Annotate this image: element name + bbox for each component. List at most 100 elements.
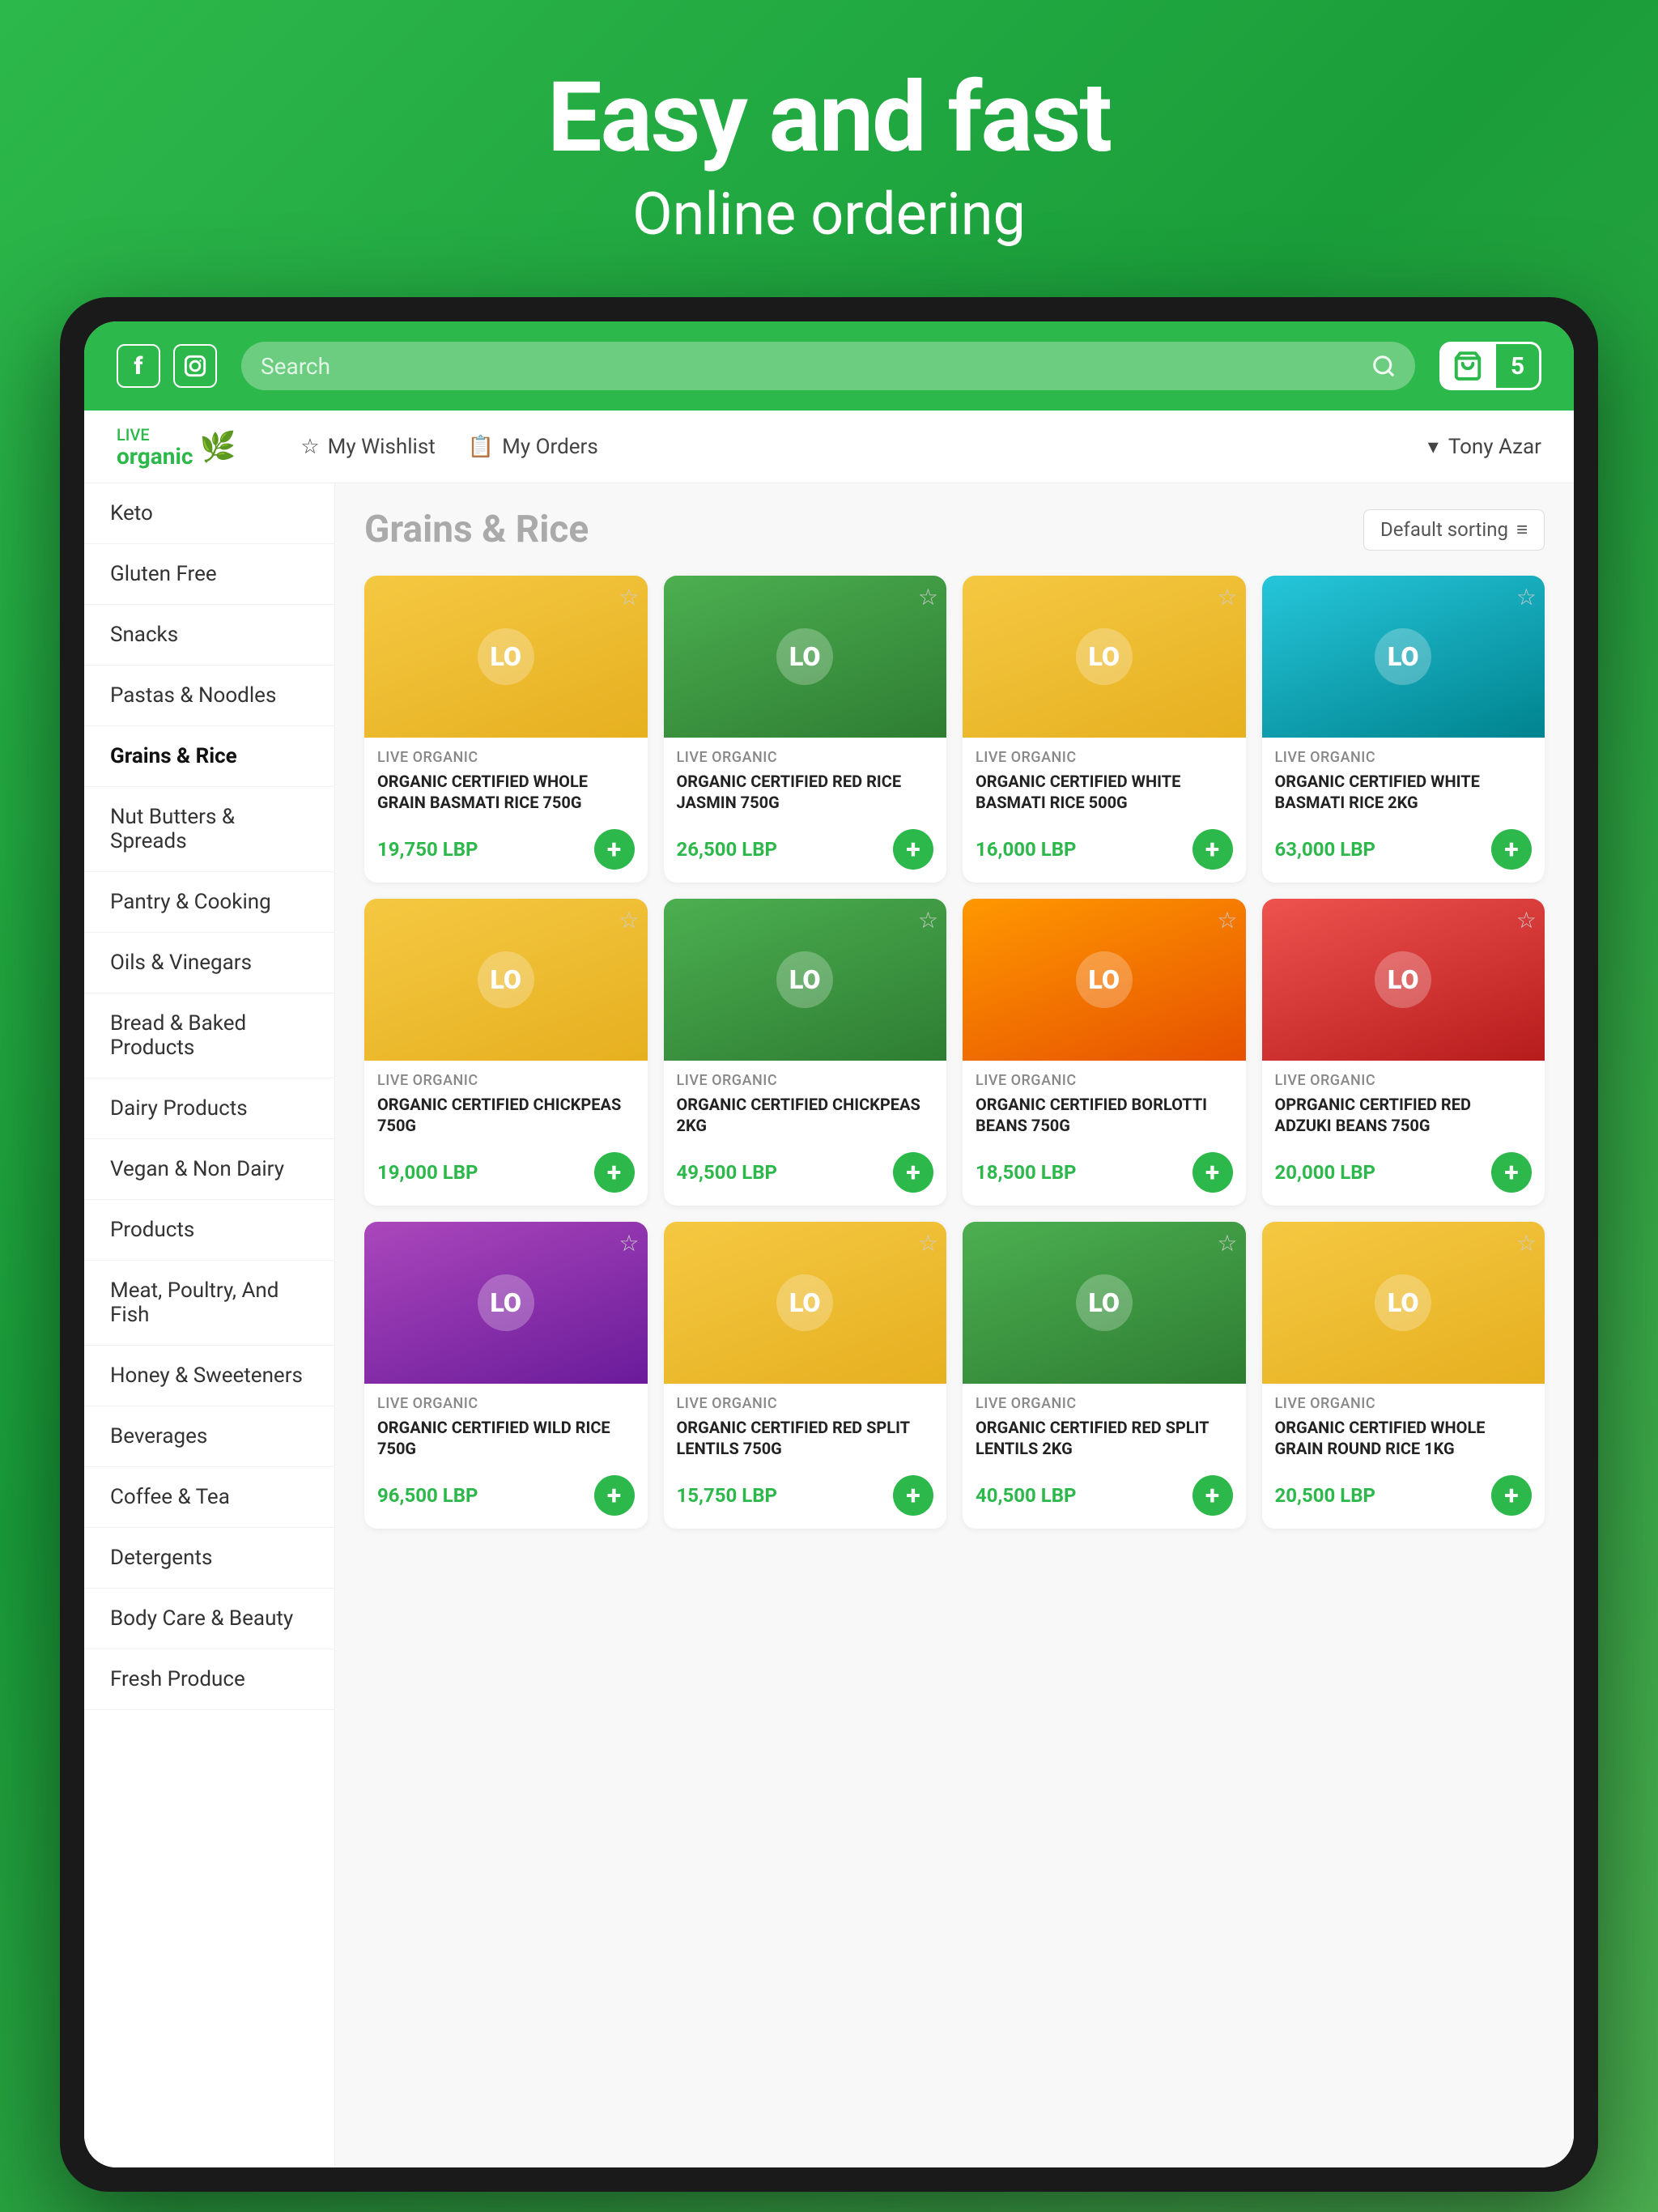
- brand-logo-badge: LO: [1375, 951, 1431, 1008]
- wishlist-star-icon[interactable]: ☆: [619, 907, 639, 934]
- product-footer: 26,500 LBP +: [677, 829, 934, 870]
- brand-logo-badge: LO: [1076, 1274, 1133, 1331]
- add-to-cart-button[interactable]: +: [893, 1152, 933, 1193]
- orders-icon: 📋: [468, 435, 494, 459]
- product-card: LO ☆ LIVE ORGANIC ORGANIC CERTIFIED BORL…: [963, 899, 1246, 1206]
- product-brand: LIVE ORGANIC: [1275, 1072, 1533, 1089]
- add-to-cart-button[interactable]: +: [1491, 829, 1532, 870]
- sidebar: KetoGluten FreeSnacksPastas & NoodlesGra…: [84, 483, 335, 2167]
- user-menu[interactable]: ▾ Tony Azar: [1428, 435, 1541, 459]
- brand-logo-badge: LO: [776, 951, 833, 1008]
- sidebar-item[interactable]: Detergents: [84, 1528, 334, 1589]
- logo: LIVE organic 🌿: [117, 423, 236, 470]
- product-footer: 15,750 LBP +: [677, 1475, 934, 1516]
- sidebar-item[interactable]: Snacks: [84, 605, 334, 666]
- add-to-cart-button[interactable]: +: [1192, 1475, 1233, 1516]
- wishlist-star-icon[interactable]: ☆: [1516, 1230, 1537, 1257]
- product-image: LO ☆: [963, 576, 1246, 738]
- logo-text: LIVE organic: [117, 423, 193, 470]
- chevron-down-icon: ▾: [1428, 435, 1439, 459]
- add-to-cart-button[interactable]: +: [594, 829, 635, 870]
- wishlist-star-icon[interactable]: ☆: [918, 1230, 938, 1257]
- sidebar-item[interactable]: Pastas & Noodles: [84, 666, 334, 726]
- sidebar-item[interactable]: Products: [84, 1200, 334, 1261]
- sidebar-item[interactable]: Honey & Sweeteners: [84, 1346, 334, 1406]
- product-brand: LIVE ORGANIC: [976, 749, 1233, 766]
- sidebar-item[interactable]: Vegan & Non Dairy: [84, 1139, 334, 1200]
- instagram-icon[interactable]: [173, 344, 217, 388]
- sidebar-item[interactable]: Fresh Produce: [84, 1649, 334, 1710]
- products-header: Grains & Rice Default sorting ≡: [364, 508, 1545, 551]
- sidebar-item[interactable]: Nut Butters & Spreads: [84, 787, 334, 872]
- product-footer: 18,500 LBP +: [976, 1152, 1233, 1193]
- sort-button[interactable]: Default sorting ≡: [1363, 509, 1545, 551]
- search-placeholder: Search: [261, 353, 330, 380]
- product-card: LO ☆ LIVE ORGANIC ORGANIC CERTIFIED WHOL…: [1262, 1222, 1545, 1529]
- brand-logo-badge: LO: [1375, 628, 1431, 685]
- product-name: ORGANIC CERTIFIED RED RICE JASMIN 750G: [677, 771, 934, 819]
- orders-link[interactable]: 📋 My Orders: [468, 435, 598, 459]
- product-card: LO ☆ LIVE ORGANIC ORGANIC CERTIFIED WHOL…: [364, 576, 648, 883]
- product-bag: LO: [364, 576, 648, 738]
- product-bag: LO: [664, 899, 947, 1061]
- product-name: ORGANIC CERTIFIED RED SPLIT LENTILS 750G: [677, 1417, 934, 1465]
- add-to-cart-button[interactable]: +: [893, 829, 933, 870]
- star-icon: ☆: [300, 435, 319, 459]
- cart-icon[interactable]: [1439, 342, 1496, 390]
- sidebar-item[interactable]: Pantry & Cooking: [84, 872, 334, 933]
- sidebar-item[interactable]: Coffee & Tea: [84, 1467, 334, 1528]
- brand-logo-badge: LO: [478, 1274, 534, 1331]
- product-bag: LO: [963, 576, 1246, 738]
- product-footer: 63,000 LBP +: [1275, 829, 1533, 870]
- wishlist-star-icon[interactable]: ☆: [1217, 1230, 1237, 1257]
- add-to-cart-button[interactable]: +: [1192, 1152, 1233, 1193]
- product-brand: LIVE ORGANIC: [976, 1072, 1233, 1089]
- wishlist-link[interactable]: ☆ My Wishlist: [300, 435, 435, 459]
- sidebar-item[interactable]: Grains & Rice: [84, 726, 334, 787]
- product-card: LO ☆ LIVE ORGANIC ORGANIC CERTIFIED CHIC…: [664, 899, 947, 1206]
- add-to-cart-button[interactable]: +: [1491, 1152, 1532, 1193]
- search-bar[interactable]: Search: [241, 342, 1415, 390]
- product-bag: LO: [364, 1222, 648, 1384]
- product-footer: 49,500 LBP +: [677, 1152, 934, 1193]
- sidebar-item[interactable]: Keto: [84, 483, 334, 544]
- sidebar-item[interactable]: Gluten Free: [84, 544, 334, 605]
- product-info: LIVE ORGANIC ORGANIC CERTIFIED WHOLE GRA…: [364, 738, 648, 883]
- product-info: LIVE ORGANIC ORGANIC CERTIFIED RED SPLIT…: [963, 1384, 1246, 1529]
- add-to-cart-button[interactable]: +: [594, 1475, 635, 1516]
- product-brand: LIVE ORGANIC: [377, 749, 635, 766]
- sidebar-item[interactable]: Body Care & Beauty: [84, 1589, 334, 1649]
- sidebar-item[interactable]: Oils & Vinegars: [84, 933, 334, 993]
- product-card: LO ☆ LIVE ORGANIC ORGANIC CERTIFIED CHIC…: [364, 899, 648, 1206]
- sidebar-item[interactable]: Dairy Products: [84, 1078, 334, 1139]
- product-price: 18,500 LBP: [976, 1161, 1077, 1184]
- hero-subtitle: Online ordering: [547, 180, 1111, 249]
- add-to-cart-button[interactable]: +: [1491, 1475, 1532, 1516]
- wishlist-star-icon[interactable]: ☆: [1516, 907, 1537, 934]
- facebook-icon[interactable]: f: [117, 344, 160, 388]
- wishlist-star-icon[interactable]: ☆: [619, 1230, 639, 1257]
- main-content: KetoGluten FreeSnacksPastas & NoodlesGra…: [84, 483, 1574, 2167]
- wishlist-star-icon[interactable]: ☆: [1217, 907, 1237, 934]
- wishlist-star-icon[interactable]: ☆: [918, 907, 938, 934]
- add-to-cart-button[interactable]: +: [1192, 829, 1233, 870]
- cart-area[interactable]: 5: [1439, 342, 1541, 390]
- product-footer: 96,500 LBP +: [377, 1475, 635, 1516]
- sidebar-item[interactable]: Beverages: [84, 1406, 334, 1467]
- product-info: LIVE ORGANIC ORGANIC CERTIFIED WILD RICE…: [364, 1384, 648, 1529]
- wishlist-star-icon[interactable]: ☆: [1217, 584, 1237, 610]
- wishlist-star-icon[interactable]: ☆: [1516, 584, 1537, 610]
- sidebar-item[interactable]: Bread & Baked Products: [84, 993, 334, 1078]
- add-to-cart-button[interactable]: +: [893, 1475, 933, 1516]
- social-icons: f: [117, 344, 217, 388]
- product-price: 19,000 LBP: [377, 1161, 478, 1184]
- wishlist-star-icon[interactable]: ☆: [918, 584, 938, 610]
- wishlist-star-icon[interactable]: ☆: [619, 584, 639, 610]
- product-brand: LIVE ORGANIC: [976, 1395, 1233, 1412]
- sidebar-item[interactable]: Meat, Poultry, And Fish: [84, 1261, 334, 1346]
- product-footer: 19,000 LBP +: [377, 1152, 635, 1193]
- product-brand: LIVE ORGANIC: [377, 1072, 635, 1089]
- product-name: ORGANIC CERTIFIED CHICKPEAS 750G: [377, 1094, 635, 1142]
- product-card: LO ☆ LIVE ORGANIC ORGANIC CERTIFIED RED …: [664, 1222, 947, 1529]
- add-to-cart-button[interactable]: +: [594, 1152, 635, 1193]
